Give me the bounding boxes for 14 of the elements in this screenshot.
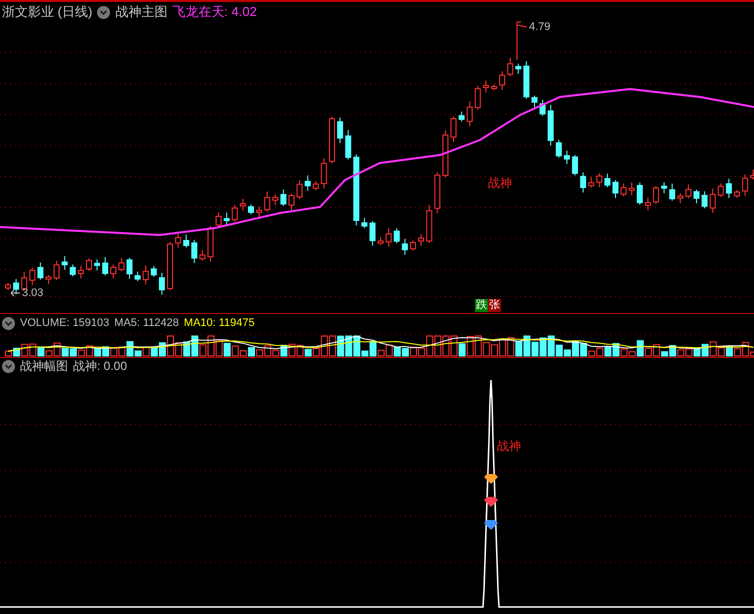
price-label: 4.79 (529, 21, 550, 34)
indicator-reading: 飞龙在天: 4.02 (172, 4, 257, 20)
volume-reading: VOLUME: 159103 (20, 316, 110, 330)
signal-label: 战神 (497, 439, 521, 453)
volume-reading: MA10: 119475 (184, 316, 255, 330)
indicator-name: 战神主图 (115, 4, 168, 20)
stock-title: 浙文影业 (日线) (2, 4, 92, 20)
signal-label: 战神 (488, 176, 512, 190)
signal-badge: 张 (488, 299, 501, 312)
price-label: 3.03 (22, 287, 44, 300)
signal-badge: 跌 (475, 299, 488, 312)
indicator-reading: 战神: 0.00 (73, 359, 128, 374)
indicator-name: 战神幅图 (20, 359, 68, 374)
volume-reading: MA5: 112428 (114, 316, 179, 330)
